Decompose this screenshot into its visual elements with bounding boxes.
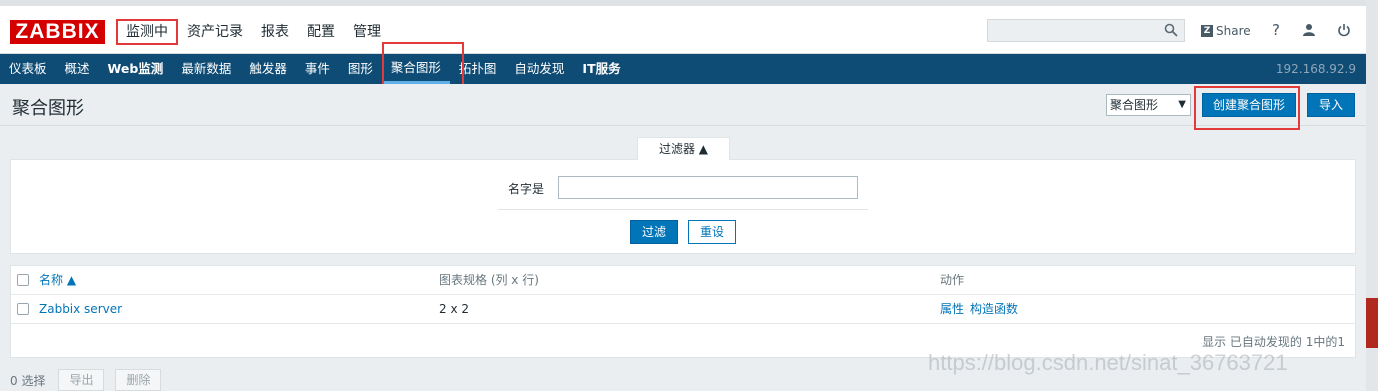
column-header-size: 图表规格 (列 x 行) (439, 273, 539, 287)
sub-menu: 仪表板 概述 Web监测 最新数据 触发器 事件 图形 聚合图形 拓扑图 自动发… (0, 54, 1366, 84)
sub-menu-triggers[interactable]: 触发器 (240, 54, 296, 84)
main-menu-administration[interactable]: 管理 (344, 19, 390, 45)
sub-menu-overview[interactable]: 概述 (56, 54, 99, 84)
sub-menu-discovery[interactable]: 自动发现 (505, 54, 573, 84)
filter-tab[interactable]: 过滤器 ▲ (637, 137, 730, 160)
chevron-down-icon: ▼ (1178, 99, 1186, 110)
sub-menu-graphs[interactable]: 图形 (339, 54, 382, 84)
selected-count: 0 选择 (10, 373, 46, 388)
filter-divider (498, 209, 868, 210)
search-icon[interactable] (1164, 23, 1178, 37)
zabbix-logo[interactable]: ZABBIX (10, 20, 105, 44)
filter-name-label: 名字是 (508, 182, 545, 196)
view-select[interactable]: 聚合图形 ▼ (1106, 94, 1191, 116)
server-ip: 192.168.92.9 (1275, 62, 1356, 76)
screen-size: 2 x 2 (439, 302, 469, 316)
delete-button[interactable]: 删除 (115, 369, 162, 391)
properties-link[interactable]: 属性 (940, 295, 964, 324)
screens-table: 名称 ▲ 图表规格 (列 x 行) 动作 Zabbix server 2 x 2… (10, 265, 1356, 358)
bulk-actions: 0 选择 导出 删除 (10, 369, 172, 391)
filter-reset-button[interactable]: 重设 (688, 220, 736, 244)
view-select-value: 聚合图形 (1110, 98, 1159, 112)
sub-menu-screens[interactable]: 聚合图形 (381, 54, 450, 84)
sub-menu-dashboard[interactable]: 仪表板 (0, 54, 56, 84)
question-icon[interactable]: ? (1267, 21, 1285, 39)
main-menu-configuration[interactable]: 配置 (298, 19, 344, 45)
right-edge-marker (1366, 298, 1378, 348)
page-title: 聚合图形 (12, 98, 84, 119)
sub-menu-events[interactable]: 事件 (296, 54, 339, 84)
sub-menu-latest-data[interactable]: 最新数据 (172, 54, 240, 84)
main-menu-monitoring[interactable]: 监测中 (116, 19, 178, 45)
table-footer-count: 显示 已自动发现的 1中的1 (1202, 335, 1345, 349)
import-button[interactable]: 导入 (1307, 93, 1355, 117)
column-header-name[interactable]: 名称 ▲ (39, 266, 76, 295)
power-icon[interactable] (1335, 21, 1353, 39)
watermark: https://blog.csdn.net/sinat_36763721 (928, 350, 1288, 375)
row-checkbox[interactable] (17, 303, 29, 315)
export-button[interactable]: 导出 (58, 369, 105, 391)
table-header-row: 名称 ▲ 图表规格 (列 x 行) 动作 (11, 266, 1355, 295)
page-header: 聚合图形 聚合图形 ▼ 创建聚合图形 导入 (0, 84, 1366, 126)
column-header-actions: 动作 (940, 273, 965, 287)
sub-menu-it-services[interactable]: IT服务 (573, 54, 629, 84)
share-label: Share (1216, 24, 1251, 38)
user-icon[interactable] (1300, 21, 1318, 39)
constructor-link[interactable]: 构造函数 (970, 295, 1018, 324)
main-menu-reports[interactable]: 报表 (252, 19, 298, 45)
main-menu: 监测中 资产记录 报表 配置 管理 (116, 19, 390, 45)
filter-apply-button[interactable]: 过滤 (630, 220, 678, 244)
right-edge-strip (1366, 0, 1378, 391)
share-button[interactable]: Z Share (1201, 24, 1251, 38)
filter-name-input[interactable] (558, 176, 858, 199)
create-screen-button[interactable]: 创建聚合图形 (1202, 93, 1296, 117)
sub-menu-maps[interactable]: 拓扑图 (450, 54, 506, 84)
search-input[interactable] (987, 19, 1185, 42)
share-z-icon: Z (1201, 25, 1213, 37)
filter-panel (10, 159, 1356, 254)
main-menu-inventory[interactable]: 资产记录 (178, 19, 252, 45)
table-row: Zabbix server 2 x 2 属性 构造函数 (11, 295, 1355, 324)
select-all-checkbox[interactable] (17, 274, 29, 286)
top-bar: ZABBIX 监测中 资产记录 报表 配置 管理 Z Share ? (0, 6, 1366, 54)
sub-menu-web[interactable]: Web监测 (99, 54, 173, 84)
screen-name-link[interactable]: Zabbix server (39, 295, 122, 324)
